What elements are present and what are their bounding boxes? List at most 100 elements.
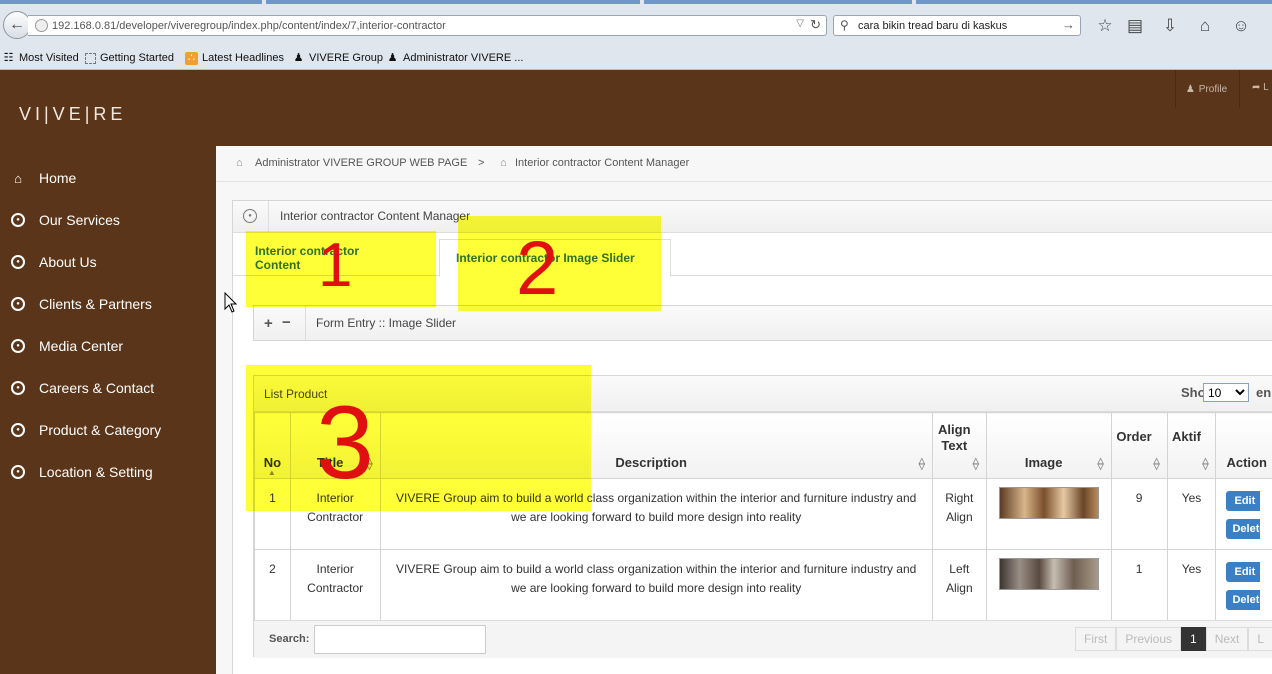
- column-header-no[interactable]: No ▲: [254, 412, 291, 479]
- main-content: ⌂ Administrator VIVERE GROUP WEB PAGE > …: [216, 146, 1272, 674]
- bookmark-latest-headlines[interactable]: ∴ Latest Headlines: [185, 50, 284, 66]
- slider-thumbnail: [998, 558, 1099, 590]
- bookmark-label: Getting Started: [100, 52, 174, 64]
- delete-button[interactable]: Delete: [1226, 519, 1261, 539]
- logout-button[interactable]: ➦ L: [1239, 70, 1272, 108]
- entries-label: en: [1256, 385, 1272, 400]
- column-header-aktif[interactable]: Aktif △ ▽: [1166, 412, 1217, 479]
- pager-page-1[interactable]: 1: [1181, 627, 1206, 651]
- cell-description: VIVERE Group aim to build a world class …: [379, 478, 933, 550]
- cell-description: VIVERE Group aim to build a world class …: [379, 549, 933, 621]
- tab-label: Interior contractor Content: [255, 243, 360, 272]
- edit-button[interactable]: Edit: [1226, 562, 1261, 582]
- pager-previous[interactable]: Previous: [1116, 627, 1182, 651]
- url-input[interactable]: [52, 17, 792, 34]
- cell-action: Edit Delete: [1215, 478, 1272, 550]
- page-size-select[interactable]: 10: [1203, 383, 1249, 402]
- circle-dot-icon: ●: [11, 381, 25, 395]
- collapse-icon[interactable]: −: [282, 314, 291, 331]
- sidebar-item-our-services[interactable]: ● Our Services: [0, 200, 216, 242]
- sort-icon: △ ▽: [1153, 456, 1160, 471]
- sidebar-item-label: Clients & Partners: [39, 296, 152, 312]
- breadcrumb: ⌂ Administrator VIVERE GROUP WEB PAGE > …: [216, 146, 1272, 182]
- pager-next[interactable]: Next: [1205, 627, 1249, 651]
- breadcrumb-item-admin[interactable]: Administrator VIVERE GROUP WEB PAGE: [255, 157, 467, 169]
- sidebar-item-careers-contact[interactable]: ● Careers & Contact: [0, 368, 216, 410]
- sidebar-item-home[interactable]: ⌂ Home: [0, 158, 216, 200]
- bookmark-label: VIVERE Group: [309, 52, 383, 64]
- bookmark-most-visited[interactable]: ☷ Most Visited: [2, 50, 79, 66]
- chat-icon[interactable]: ☺: [1229, 15, 1253, 37]
- sidebar-item-label: Careers & Contact: [39, 380, 155, 396]
- table-row: 1 Interior Contractor VIVERE Group aim t…: [254, 478, 1272, 550]
- tab-strip: [0, 0, 1272, 4]
- bookmark-getting-started[interactable]: Getting Started: [85, 50, 174, 66]
- rss-icon: ∴: [185, 51, 198, 65]
- product-table: No ▲ Title △ ▽ Description △ ▽ Align Text △ ▽ …: [254, 412, 1272, 621]
- back-button[interactable]: ←: [3, 11, 31, 39]
- sidebar-item-clients-partners[interactable]: ● Clients & Partners: [0, 284, 216, 326]
- breadcrumb-separator: >: [478, 157, 485, 169]
- pager-first[interactable]: First: [1075, 627, 1117, 651]
- home-icon: ⌂: [236, 157, 243, 169]
- home-icon: ⌂: [14, 170, 22, 186]
- bookmark-vivere-group[interactable]: ♟ VIVERE Group: [292, 50, 383, 66]
- search-go-icon[interactable]: →: [1062, 17, 1075, 32]
- logout-icon: ➦: [1252, 82, 1261, 93]
- circle-dot-icon: ●: [11, 255, 25, 269]
- sidebar-item-label: Location & Setting: [39, 464, 153, 480]
- sidebar-item-product-category[interactable]: ● Product & Category: [0, 410, 216, 452]
- home-icon: ⌂: [500, 157, 507, 169]
- url-bar[interactable]: ▽ ↻: [28, 15, 827, 36]
- tab-label: Interior contractor Image Slider: [456, 251, 635, 265]
- sidebar-item-label: Product & Category: [39, 422, 162, 438]
- app-header: VI|VE|RE ♟ Profile ➦ L: [0, 70, 1272, 146]
- column-label: Image: [1024, 455, 1063, 470]
- column-header-description[interactable]: Description △ ▽: [379, 412, 933, 479]
- column-header-order[interactable]: Order △ ▽: [1110, 412, 1168, 479]
- column-header-image[interactable]: Image △ ▽: [985, 412, 1112, 479]
- profile-button[interactable]: ♟ Profile: [1175, 70, 1237, 108]
- expand-icon[interactable]: +: [264, 315, 273, 332]
- column-header-title[interactable]: Title △ ▽: [289, 412, 381, 479]
- cell-order: 9: [1110, 478, 1168, 550]
- sidebar-item-location-setting[interactable]: ● Location & Setting: [0, 452, 216, 494]
- vivere-logo[interactable]: VI|VE|RE: [19, 104, 126, 125]
- web-search-bar[interactable]: ⚲ →: [833, 15, 1081, 36]
- home-icon[interactable]: ⌂: [1193, 15, 1217, 37]
- page-icon: [85, 52, 96, 64]
- sidebar-item-media-center[interactable]: ● Media Center: [0, 326, 216, 368]
- list-product-panel: List Product Show 10 en No ▲ Title △ ▽ Desc…: [253, 375, 1272, 658]
- tab-image-slider[interactable]: Interior contractor Image Slider: [439, 239, 671, 277]
- circle-dot-icon: ●: [11, 465, 25, 479]
- breadcrumb-item-current[interactable]: Interior contractor Content Manager: [515, 157, 689, 169]
- reload-icon[interactable]: ↻: [810, 17, 821, 33]
- delete-button[interactable]: Delete: [1226, 590, 1261, 610]
- cell-aktif: Yes: [1166, 478, 1217, 550]
- site-identity-icon[interactable]: [35, 19, 48, 32]
- column-label: Order: [1116, 429, 1152, 444]
- slider-thumbnail: [998, 487, 1099, 519]
- pager-last[interactable]: L: [1248, 627, 1272, 651]
- edit-button[interactable]: Edit: [1226, 491, 1261, 511]
- column-header-align-text[interactable]: Align Text △ ▽: [931, 412, 987, 479]
- search-icon: ⚲: [840, 18, 849, 32]
- tab-bar: Interior contractor Content Interior con…: [233, 239, 1272, 277]
- bookmarks-list-icon[interactable]: ▤: [1123, 15, 1147, 37]
- column-label: Align Text: [938, 422, 971, 453]
- column-label: Description: [615, 455, 687, 470]
- profile-label: Profile: [1198, 83, 1228, 95]
- bookmark-star-icon[interactable]: ☆: [1093, 15, 1117, 37]
- cell-align: Left Align: [931, 549, 987, 621]
- tab-content[interactable]: Interior contractor Content: [239, 239, 423, 276]
- box-header: ● Interior contractor Content Manager: [233, 201, 1272, 233]
- bookmark-administrator-vivere[interactable]: ♟ Administrator VIVERE ...: [386, 50, 524, 66]
- browser-chrome: ← ▽ ↻ ⚲ → ☆ ▤ ⇩ ⌂ ☺ ☷ Most Visited Gettin…: [0, 0, 1272, 70]
- sidebar-item-about-us[interactable]: ● About Us: [0, 242, 216, 284]
- table-search-input[interactable]: [314, 625, 486, 654]
- bookmarks-toolbar: ☷ Most Visited Getting Started ∴ Latest He…: [0, 48, 1272, 68]
- web-search-input[interactable]: [858, 17, 1058, 34]
- download-icon[interactable]: ⇩: [1158, 15, 1182, 37]
- cell-order: 1: [1110, 549, 1168, 621]
- url-dropdown-icon[interactable]: ▽: [796, 18, 804, 29]
